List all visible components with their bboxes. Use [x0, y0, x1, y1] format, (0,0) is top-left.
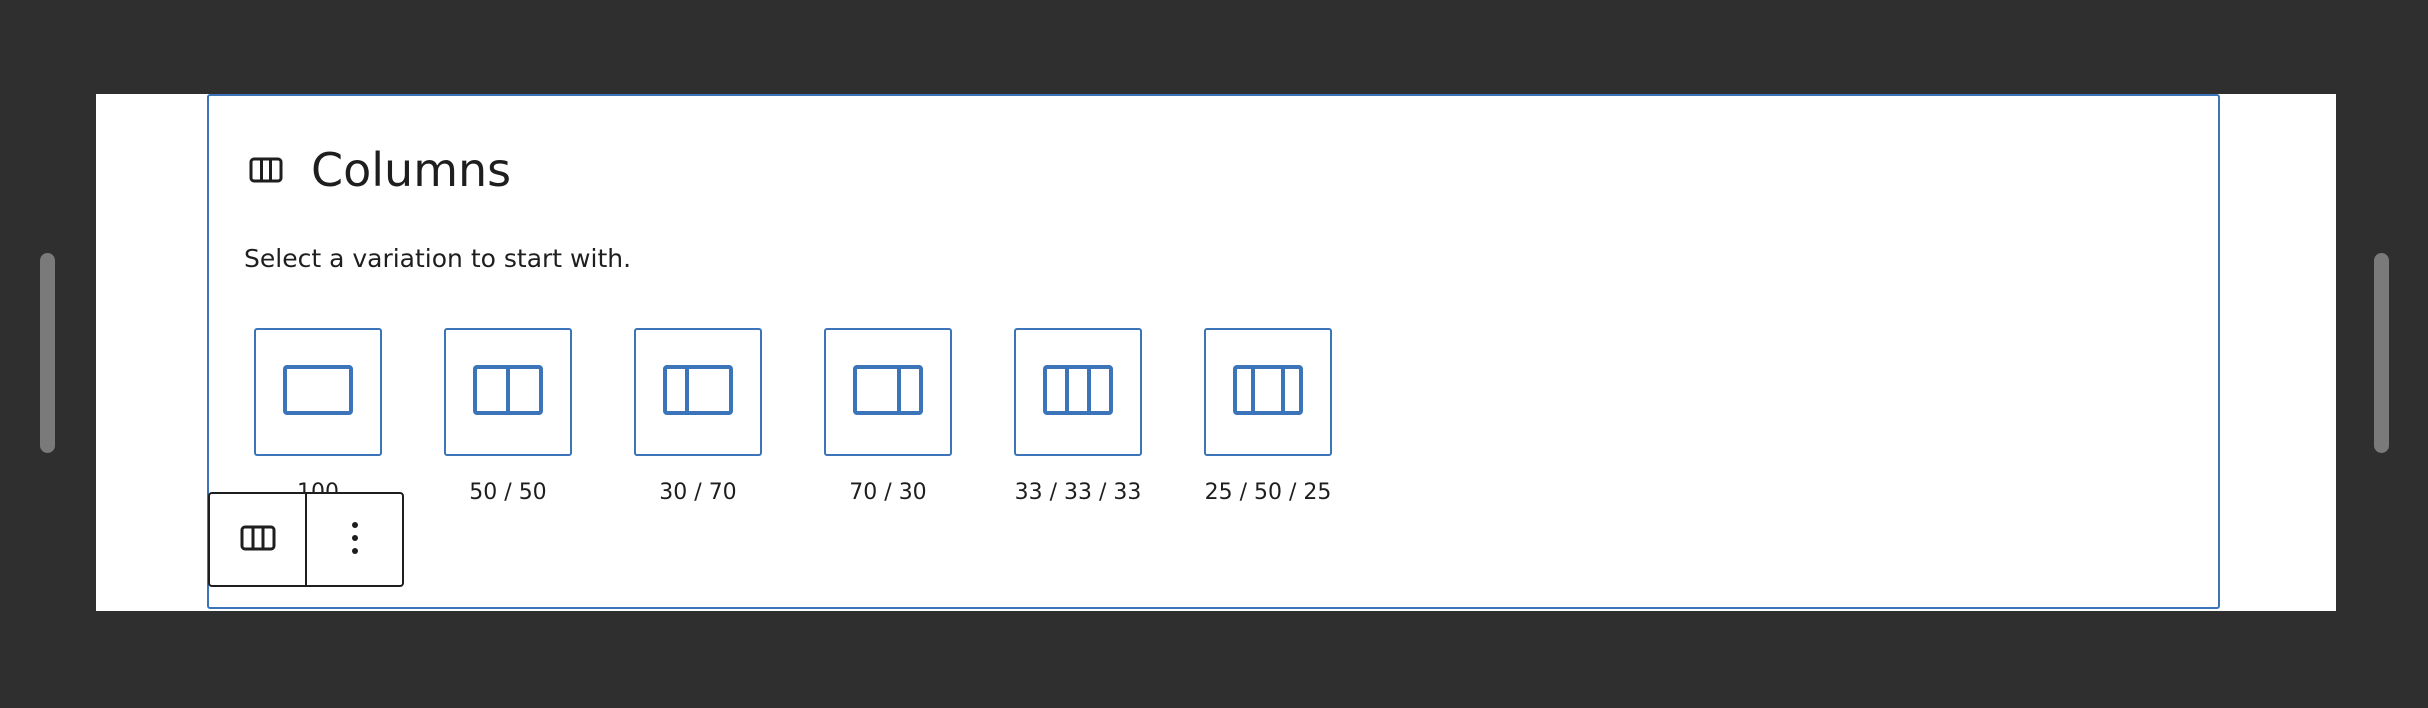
- placeholder-title: Columns: [311, 143, 512, 197]
- columns-block-placeholder[interactable]: Columns Select a variation to start with…: [207, 94, 2220, 609]
- variation-70-30-button[interactable]: [824, 328, 952, 456]
- variation-50-50-button[interactable]: [444, 328, 572, 456]
- columns-100-icon: [283, 365, 353, 419]
- block-toolbar: [208, 492, 404, 587]
- left-resize-handle[interactable]: [40, 253, 55, 453]
- columns-icon: [240, 524, 276, 556]
- variation-label: 25 / 50 / 25: [1204, 480, 1332, 505]
- variation-25-50-25-button[interactable]: [1204, 328, 1332, 456]
- columns-icon: [247, 151, 285, 189]
- editor-canvas: Columns Select a variation to start with…: [96, 94, 2336, 611]
- block-type-button[interactable]: [210, 494, 305, 585]
- columns-33-33-33-icon: [1043, 365, 1113, 419]
- placeholder-instructions: Select a variation to start with.: [244, 244, 632, 273]
- variation-30-70[interactable]: 30 / 70: [634, 328, 762, 505]
- variation-label: 33 / 33 / 33: [1014, 480, 1142, 505]
- columns-50-50-icon: [473, 365, 543, 419]
- variation-33-33-33[interactable]: 33 / 33 / 33: [1014, 328, 1142, 505]
- variation-50-50[interactable]: 50 / 50: [444, 328, 572, 505]
- variation-30-70-button[interactable]: [634, 328, 762, 456]
- variation-100-button[interactable]: [254, 328, 382, 456]
- variation-70-30[interactable]: 70 / 30: [824, 328, 952, 505]
- block-options-button[interactable]: [307, 494, 402, 585]
- variation-label: 50 / 50: [469, 480, 547, 505]
- right-resize-handle[interactable]: [2374, 253, 2389, 453]
- variation-picker: 100 50 / 50: [254, 328, 1394, 505]
- columns-25-50-25-icon: [1233, 365, 1303, 419]
- variation-label: 70 / 30: [849, 480, 927, 505]
- variation-33-33-33-button[interactable]: [1014, 328, 1142, 456]
- columns-70-30-icon: [853, 365, 923, 419]
- editor-stage: Columns Select a variation to start with…: [0, 0, 2428, 708]
- variation-25-50-25[interactable]: 25 / 50 / 25: [1204, 328, 1332, 505]
- columns-30-70-icon: [663, 365, 733, 419]
- more-vertical-icon: [350, 520, 360, 560]
- variation-label: 30 / 70: [659, 480, 737, 505]
- variation-100[interactable]: 100: [254, 328, 382, 505]
- placeholder-header: Columns: [247, 140, 511, 200]
